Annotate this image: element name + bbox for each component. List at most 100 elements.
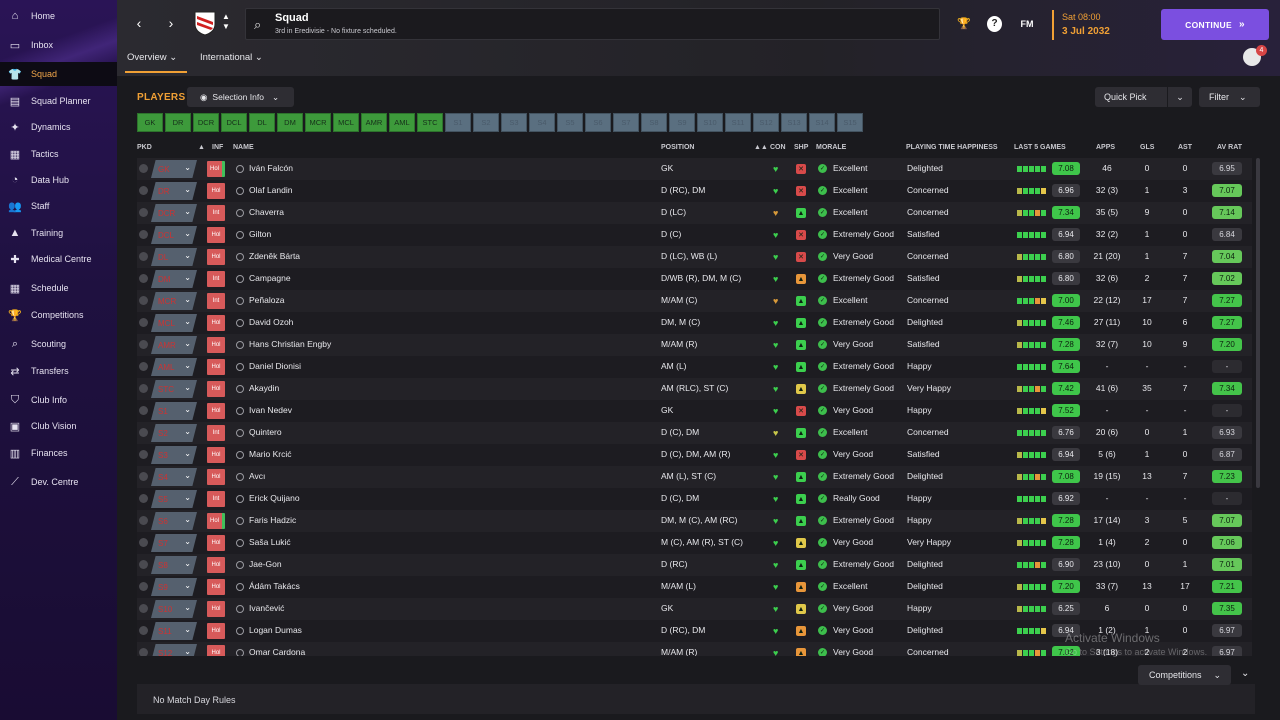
- header-last5[interactable]: LAST 5 GAMES: [1014, 144, 1066, 151]
- club-switch-icon[interactable]: ▲ ▼: [220, 12, 232, 32]
- header-position[interactable]: POSITION: [661, 144, 694, 151]
- table-row[interactable]: DCR ⌄ Int Chaverra D (LC) ♥ ▲ ✓ Excellent Concern…: [137, 202, 1252, 224]
- inf-badge[interactable]: Hol: [207, 249, 225, 265]
- position-button[interactable]: DCR: [193, 113, 219, 132]
- pkd-selector[interactable]: S10 ⌄: [151, 600, 197, 618]
- pkd-selector[interactable]: DCR ⌄: [151, 204, 197, 222]
- sidebar-item-schedule[interactable]: ▦ Schedule: [0, 276, 117, 300]
- position-button[interactable]: S2: [473, 113, 499, 132]
- header-avrat[interactable]: AV RAT: [1217, 144, 1242, 151]
- inf-badge[interactable]: Hol: [207, 359, 225, 375]
- select-checkbox[interactable]: [139, 230, 148, 239]
- inf-badge[interactable]: Hol: [207, 183, 225, 199]
- table-row[interactable]: S10 ⌄ Hol Ivančević GK ♥ ▲ ✓ Very Good Happy 6.25 6…: [137, 598, 1252, 620]
- select-checkbox[interactable]: [139, 296, 148, 305]
- select-checkbox[interactable]: [139, 428, 148, 437]
- inf-badge[interactable]: Hol: [207, 535, 225, 551]
- table-row[interactable]: DCL ⌄ Hol Gilton D (C) ♥ ✕ ✓ Extremely Good Satis…: [137, 224, 1252, 246]
- position-button[interactable]: GK: [137, 113, 163, 132]
- player-name[interactable]: Saša Lukić: [249, 537, 291, 547]
- inf-badge[interactable]: Hol: [207, 161, 225, 177]
- pkd-selector[interactable]: S2 ⌄: [151, 424, 197, 442]
- tab-international[interactable]: International ⌄: [200, 52, 263, 63]
- help-icon[interactable]: ?: [987, 16, 1002, 32]
- forward-arrow-icon[interactable]: ›: [161, 13, 181, 33]
- pkd-selector[interactable]: S5 ⌄: [151, 490, 197, 508]
- player-name[interactable]: Hans Christian Engby: [249, 339, 331, 349]
- position-button[interactable]: S1: [445, 113, 471, 132]
- player-name[interactable]: Ádám Takács: [249, 581, 300, 591]
- table-row[interactable]: S6 ⌄ Hol Faris Hadzic DM, M (C), AM (RC) ♥ ▲ ✓ E…: [137, 510, 1252, 532]
- pkd-selector[interactable]: AMR ⌄: [151, 336, 197, 354]
- inf-badge[interactable]: Hol: [207, 579, 225, 595]
- sidebar-item-transfers[interactable]: ⇄ Transfers: [0, 359, 117, 383]
- pkd-selector[interactable]: GK ⌄: [151, 160, 197, 178]
- header-con[interactable]: CON: [770, 144, 786, 151]
- table-row[interactable]: DL ⌄ Hol Zdeněk Bárta D (LC), WB (L) ♥ ✕ ✓ Very …: [137, 246, 1252, 268]
- table-row[interactable]: MCL ⌄ Hol David Ozoh DM, M (C) ♥ ▲ ✓ Extremely G…: [137, 312, 1252, 334]
- header-gls[interactable]: GLS: [1140, 144, 1154, 151]
- header-happiness[interactable]: PLAYING TIME HAPPINESS: [906, 144, 998, 151]
- player-name[interactable]: Iván Falcón: [249, 163, 293, 173]
- player-name[interactable]: Chaverra: [249, 207, 284, 217]
- position-button[interactable]: S9: [669, 113, 695, 132]
- position-button[interactable]: S8: [641, 113, 667, 132]
- table-row[interactable]: S3 ⌄ Hol Mario Krcić D (C), DM, AM (R) ♥ ✕ ✓ Ver…: [137, 444, 1252, 466]
- inf-badge[interactable]: Hol: [207, 447, 225, 463]
- sidebar-item-club-vision[interactable]: ▣ Club Vision: [0, 414, 117, 438]
- player-name[interactable]: Campagne: [249, 273, 291, 283]
- select-checkbox[interactable]: [139, 648, 148, 656]
- player-name[interactable]: Peñaloza: [249, 295, 284, 305]
- select-checkbox[interactable]: [139, 164, 148, 173]
- select-checkbox[interactable]: [139, 406, 148, 415]
- pkd-selector[interactable]: S3 ⌄: [151, 446, 197, 464]
- table-row[interactable]: S7 ⌄ Hol Saša Lukić M (C), AM (R), ST (C) ♥ ▲ ✓…: [137, 532, 1252, 554]
- sidebar-item-inbox[interactable]: ▭ Inbox: [0, 33, 117, 57]
- table-row[interactable]: S9 ⌄ Hol Ádám Takács M/AM (L) ♥ ▲ ✓ Excellent Del…: [137, 576, 1252, 598]
- table-row[interactable]: DR ⌄ Hol Olaf Landin D (RC), DM ♥ ✕ ✓ Excellent C…: [137, 180, 1252, 202]
- sidebar-item-squad-planner[interactable]: ▤ Squad Planner: [0, 89, 117, 113]
- inf-badge[interactable]: Int: [207, 205, 225, 221]
- pkd-selector[interactable]: DM ⌄: [151, 270, 197, 288]
- back-arrow-icon[interactable]: ‹: [129, 13, 149, 33]
- pkd-selector[interactable]: S8 ⌄: [151, 556, 197, 574]
- player-name[interactable]: Faris Hadzic: [249, 515, 296, 525]
- select-checkbox[interactable]: [139, 274, 148, 283]
- table-row[interactable]: STC ⌄ Hol Akaydin AM (RLC), ST (C) ♥ ▲ ✓ Extreme…: [137, 378, 1252, 400]
- select-checkbox[interactable]: [139, 318, 148, 327]
- player-name[interactable]: Omar Cardona: [249, 647, 305, 656]
- pkd-selector[interactable]: S11 ⌄: [151, 622, 197, 640]
- pkd-selector[interactable]: S7 ⌄: [151, 534, 197, 552]
- pkd-selector[interactable]: AML ⌄: [151, 358, 197, 376]
- header-apps[interactable]: APPS: [1096, 144, 1115, 151]
- position-button[interactable]: S10: [697, 113, 723, 132]
- position-button[interactable]: S13: [781, 113, 807, 132]
- position-button[interactable]: S11: [725, 113, 751, 132]
- position-button[interactable]: S4: [529, 113, 555, 132]
- table-row[interactable]: DM ⌄ Int Campagne D/WB (R), DM, M (C) ♥ ▲ ✓ Extr…: [137, 268, 1252, 290]
- sidebar-item-squad[interactable]: 👕 Squad: [0, 62, 117, 86]
- header-ast[interactable]: AST: [1178, 144, 1192, 151]
- table-row[interactable]: S8 ⌄ Hol Jae-Gon D (RC) ♥ ▲ ✓ Extremely Good Deli…: [137, 554, 1252, 576]
- inf-badge[interactable]: Hol: [207, 403, 225, 419]
- table-row[interactable]: GK ⌄ Hol Iván Falcón GK ♥ ✕ ✓ Excellent Delighted…: [137, 158, 1252, 180]
- select-checkbox[interactable]: [139, 186, 148, 195]
- select-checkbox[interactable]: [139, 252, 148, 261]
- position-button[interactable]: MCL: [333, 113, 359, 132]
- pkd-selector[interactable]: MCR ⌄: [151, 292, 197, 310]
- sort-icon[interactable]: ▲▲: [754, 144, 768, 151]
- position-button[interactable]: S14: [809, 113, 835, 132]
- position-button[interactable]: DL: [249, 113, 275, 132]
- player-name[interactable]: Gilton: [249, 229, 271, 239]
- inf-badge[interactable]: Int: [207, 425, 225, 441]
- position-button[interactable]: S5: [557, 113, 583, 132]
- sort-icon[interactable]: ▲: [198, 144, 205, 151]
- position-button[interactable]: S6: [585, 113, 611, 132]
- select-checkbox[interactable]: [139, 604, 148, 613]
- inf-badge[interactable]: Hol: [207, 557, 225, 573]
- player-name[interactable]: Olaf Landin: [249, 185, 292, 195]
- competitions-button[interactable]: Competitions ⌄: [1138, 665, 1231, 685]
- select-checkbox[interactable]: [139, 384, 148, 393]
- player-name[interactable]: Logan Dumas: [249, 625, 302, 635]
- sidebar-item-training[interactable]: ▲ Training: [0, 221, 117, 245]
